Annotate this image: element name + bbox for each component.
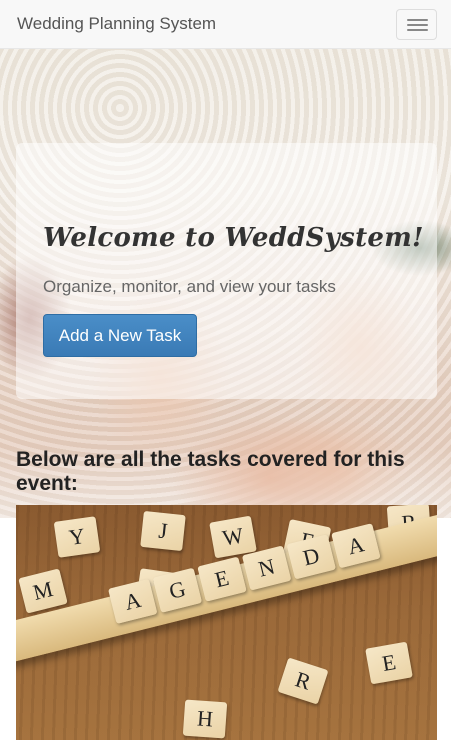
welcome-panel: Welcome to WeddSystem! Organize, monitor…	[16, 143, 437, 399]
scrabble-tile: J	[140, 510, 186, 552]
scrabble-tile: A	[108, 578, 158, 624]
hamburger-icon	[407, 29, 428, 31]
scrabble-tile: M	[18, 568, 68, 614]
scrabble-tile: E	[365, 641, 413, 685]
scrabble-tile: E	[197, 556, 247, 602]
hamburger-icon	[407, 24, 428, 26]
add-task-button[interactable]: Add a New Task	[43, 314, 197, 357]
navbar-toggle-button[interactable]	[396, 9, 437, 40]
scrabble-tile: W	[209, 515, 257, 559]
scrabble-tile: H	[182, 699, 228, 739]
welcome-title: Welcome to WeddSystem!	[43, 223, 424, 253]
scrabble-tile: R	[277, 657, 329, 705]
scrabble-tile: Y	[53, 516, 101, 558]
welcome-subtitle: Organize, monitor, and view your tasks	[43, 277, 336, 296]
agenda-image: Y J W F R M E R H B A G E N D A	[16, 505, 437, 740]
navbar: Wedding Planning System	[0, 0, 451, 49]
hamburger-icon	[407, 19, 428, 21]
navbar-brand[interactable]: Wedding Planning System	[17, 14, 216, 34]
tasks-heading: Below are all the tasks covered for this…	[16, 448, 405, 495]
